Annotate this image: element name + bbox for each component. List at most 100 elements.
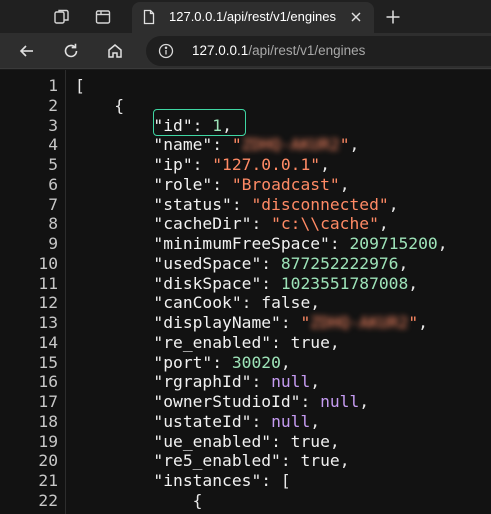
line-number: 18 [38,411,58,431]
line-number: 1 [48,76,58,95]
json-key: "canCook" [153,293,242,313]
line-code: [ [75,76,85,96]
punctuation: , [329,332,340,352]
line-number: 20 [38,451,58,471]
punctuation [75,451,153,470]
home-icon[interactable] [102,38,128,64]
info-icon[interactable] [158,43,174,64]
line-code: "minimumFreeSpace": 209715200, [75,234,448,254]
punctuation [75,412,153,431]
json-key: "minimumFreeSpace" [153,234,330,253]
punctuation: , [339,451,350,471]
json-null: null [271,411,311,431]
punctuation: : [300,392,321,411]
redacted-value: ZDHQ-AKUR2 [310,313,409,332]
punctuation: , [349,135,360,155]
json-null: null [320,392,360,411]
json-string: " [231,135,242,155]
line-number: 7 [48,194,58,214]
punctuation: : [241,293,262,313]
tab-engines[interactable]: 127.0.0.1/api/rest/v1/engines [132,2,374,33]
line-number: 14 [38,332,58,352]
punctuation: : [251,372,272,392]
punctuation: [ [75,76,85,95]
tab-actions-icon[interactable] [91,5,115,29]
json-string: "c:\\cache" [271,214,379,234]
json-key: "name" [153,135,213,155]
punctuation [75,274,153,293]
punctuation: : [271,332,291,352]
punctuation [75,214,153,233]
punctuation [75,392,153,411]
json-string: " [339,135,350,155]
line-number: 3 [48,115,58,135]
json-boolean: true [290,431,330,451]
line-code: "ownerStudioId": null, [75,392,369,412]
line-number: 13 [38,313,58,332]
line-number: 6 [48,174,58,194]
punctuation: : [261,273,281,293]
punctuation [75,175,153,194]
line-code: "status": "disconnected", [75,194,398,215]
plus-icon[interactable] [381,5,405,29]
punctuation: : [192,155,213,174]
punctuation: : [271,431,291,451]
line-number: 10 [38,253,58,273]
line-code: { [75,491,203,511]
line-number: 5 [48,155,58,174]
punctuation: , [437,234,448,253]
json-key: "rgraphId" [153,372,252,392]
punctuation [75,254,153,273]
json-number: 209715200 [349,234,438,253]
json-key: "ue_enabled" [153,431,272,451]
json-key: "instances" [153,471,262,490]
punctuation: : [251,411,272,431]
json-key: "diskSpace" [153,273,262,293]
json-number: 1023551787008 [280,273,409,293]
line-code: { [75,96,124,116]
line-code: "ue_enabled": true, [75,431,340,452]
line-code: "canCook": false, [75,293,320,313]
close-icon[interactable] [348,9,364,25]
back-arrow-icon[interactable] [14,38,40,64]
url-text[interactable]: 127.0.0.1/api/rest/v1/engines [192,43,365,58]
punctuation [75,155,153,174]
workspaces-icon[interactable] [50,5,74,29]
json-string: " [300,313,311,332]
punctuation [75,432,153,451]
line-number: 12 [38,293,58,313]
punctuation [75,116,153,135]
tab-strip: 127.0.0.1/api/rest/v1/engines [0,0,491,33]
line-code: "port": 30020, [75,352,291,373]
line-code: "cacheDir": "c:\\cache", [75,214,389,234]
line-code: "instances": [ [75,471,291,491]
json-key: "port" [153,352,213,372]
punctuation: , [378,214,389,234]
json-key: "ip" [153,155,193,174]
punctuation [75,195,153,214]
json-key: "displayName" [153,313,281,332]
line-code: "ip": "127.0.0.1", [75,155,329,175]
line-number: 11 [38,273,58,293]
punctuation [75,333,153,352]
json-boolean: true [290,332,330,352]
address-bar[interactable]: 127.0.0.1/api/rest/v1/engines [146,36,491,66]
line-number: 21 [38,471,58,490]
url-host: 127.0.0.1 [192,43,249,58]
line-code: "role": "Broadcast", [75,175,349,195]
punctuation: : [280,313,301,332]
punctuation: , [222,115,232,135]
punctuation: : [ [261,471,291,490]
json-viewer[interactable]: 1[2 {3 "id": 1, 4 "name": "ZDHQ-AKUR2", 5 … [0,70,491,514]
json-key: "ownerStudioId" [153,392,301,411]
punctuation: , [418,313,428,332]
json-key: "status" [153,194,232,214]
line-code: "displayName": "ZDHQ-AKUR2", [75,313,428,333]
json-number: 1 [212,115,223,135]
json-number: 877252222976 [280,253,399,273]
page-icon [141,9,157,30]
punctuation: , [329,431,340,451]
punctuation: , [280,352,291,372]
refresh-icon[interactable] [58,38,84,64]
punctuation [75,293,153,312]
